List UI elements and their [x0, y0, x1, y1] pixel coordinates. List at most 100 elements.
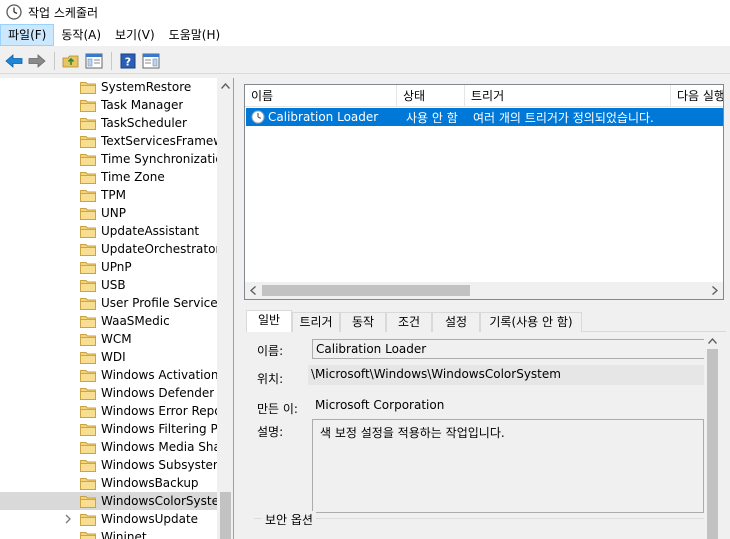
tree-item[interactable]: Time Synchronizatio [0, 150, 217, 168]
tree-scrollbar-thumb[interactable] [220, 492, 231, 539]
clock-icon [6, 4, 22, 20]
folder-icon [80, 261, 96, 274]
column-header-name[interactable]: 이름 [245, 85, 397, 107]
task-list-scrollbar-thumb[interactable] [262, 285, 470, 296]
tab-history[interactable]: 기록(사용 안 함) [480, 312, 582, 332]
detail-scrollbar[interactable] [704, 332, 721, 539]
tree-item[interactable]: USB [0, 276, 217, 294]
task-list-scrollbar[interactable] [245, 282, 723, 299]
tree-item-label: Windows Subsystem [101, 458, 217, 472]
tree-item[interactable]: TPM [0, 186, 217, 204]
task-row[interactable]: Calibration Loader 사용 안 함 여러 개의 트리거가 정의되… [246, 108, 723, 126]
up-level-button[interactable] [60, 50, 82, 72]
task-name: Calibration Loader [268, 110, 379, 124]
tree-item[interactable]: UpdateAssistant [0, 222, 217, 240]
folder-icon [80, 369, 96, 382]
tree-item[interactable]: TaskScheduler [0, 114, 217, 132]
tree-item[interactable]: Windows Activation T [0, 366, 217, 384]
tree-item-label: User Profile Service [101, 296, 217, 310]
scroll-up-arrow-icon[interactable] [708, 338, 717, 344]
name-label: 이름: [257, 344, 284, 358]
tree-item-label: Windows Activation T [101, 368, 217, 382]
tree-item-label: UNP [101, 206, 126, 220]
tree-item[interactable]: Windows Media Shar [0, 438, 217, 456]
back-button[interactable] [3, 50, 25, 72]
tree-item[interactable]: Task Manager [0, 96, 217, 114]
task-list-header: 이름 상태 트리거 다음 실행 [245, 85, 723, 107]
tree-item[interactable]: Windows Subsystem [0, 456, 217, 474]
tab-general[interactable]: 일반 [246, 310, 292, 333]
description-field[interactable]: 색 보정 설정을 적용하는 작업입니다. [312, 419, 704, 513]
tree-item[interactable]: UPnP [0, 258, 217, 276]
show-hide-console-tree-icon [85, 53, 103, 68]
menu-help[interactable]: 도움말(H) [162, 24, 228, 46]
tree-item-label: Windows Error Repor [101, 404, 217, 418]
tree-item[interactable]: UpdateOrchestrator [0, 240, 217, 258]
tree-item[interactable]: WindowsColorSystem [0, 492, 217, 510]
tree-item[interactable]: WCM [0, 330, 217, 348]
menu-view[interactable]: 보기(V) [108, 24, 162, 46]
tree-item[interactable]: WDI [0, 348, 217, 366]
tree-item-label: WindowsColorSystem [101, 494, 217, 508]
location-field[interactable]: \Microsoft\Windows\WindowsColorSystem [308, 365, 704, 385]
column-header-next-run[interactable]: 다음 실행 [671, 85, 723, 107]
tree-item[interactable]: WindowsBackup [0, 474, 217, 492]
help-icon: ? [120, 53, 136, 68]
folder-icon [80, 117, 96, 130]
tree-item[interactable]: Wininet [0, 528, 217, 539]
help-button[interactable]: ? [117, 50, 139, 72]
tree-item[interactable]: UNP [0, 204, 217, 222]
author-field[interactable]: Microsoft Corporation [312, 396, 704, 416]
folder-icon [80, 243, 96, 256]
show-hide-tree-button[interactable] [83, 50, 105, 72]
tab-triggers[interactable]: 트리거 [292, 312, 340, 332]
column-header-status[interactable]: 상태 [397, 85, 465, 107]
tree-item[interactable]: SystemRestore [0, 78, 217, 96]
tree-item-label: Time Synchronizatio [101, 152, 217, 166]
folder-icon [80, 459, 96, 472]
tree-item-label: UpdateOrchestrator [101, 242, 217, 256]
tree-item-label: Wininet [101, 530, 147, 539]
tab-actions[interactable]: 동작 [340, 312, 386, 332]
tree-item-label: Windows Media Shar [101, 440, 217, 454]
scroll-up-arrow-icon[interactable] [221, 83, 230, 89]
tree-item-label: USB [101, 278, 126, 292]
detail-scrollbar-thumb[interactable] [707, 349, 718, 539]
scroll-right-arrow-icon[interactable] [712, 286, 718, 295]
window-title: 작업 스케줄러 [28, 5, 99, 20]
tab-settings[interactable]: 설정 [432, 312, 480, 332]
folder-icon [80, 315, 96, 328]
tree-item[interactable]: WindowsUpdate [0, 510, 217, 528]
menu-action[interactable]: 동작(A) [54, 24, 108, 46]
tree-item[interactable]: TextServicesFramewo [0, 132, 217, 150]
folder-icon [80, 207, 96, 220]
folder-icon [80, 81, 96, 94]
folder-icon [80, 297, 96, 310]
tree-item[interactable]: Windows Defender [0, 384, 217, 402]
tree-item-label: Time Zone [101, 170, 165, 184]
name-field[interactable]: Calibration Loader [312, 339, 704, 359]
expand-chevron-icon[interactable] [63, 513, 73, 525]
folder-icon [80, 387, 96, 400]
tab-conditions[interactable]: 조건 [386, 312, 432, 332]
title-bar: 작업 스케줄러 [0, 0, 730, 24]
tree-item-label: TaskScheduler [101, 116, 187, 130]
folder-icon [80, 495, 96, 508]
tree-item[interactable]: Windows Filtering Pla [0, 420, 217, 438]
menu-file[interactable]: 파일(F) [0, 24, 55, 46]
tree-item[interactable]: Windows Error Repor [0, 402, 217, 420]
column-header-trigger[interactable]: 트리거 [465, 85, 671, 107]
toolbar-separator [111, 51, 112, 70]
tree-item[interactable]: Time Zone [0, 168, 217, 186]
tree-item-label: SystemRestore [101, 80, 192, 94]
tree-item[interactable]: User Profile Service [0, 294, 217, 312]
security-options-group: 보안 옵션 [254, 511, 704, 532]
up-folder-icon [62, 55, 79, 67]
folder-icon [80, 225, 96, 238]
show-hide-action-pane-button[interactable] [140, 50, 162, 72]
tree-item[interactable]: WaaSMedic [0, 312, 217, 330]
scroll-left-arrow-icon[interactable] [250, 286, 256, 295]
forward-button[interactable] [26, 50, 48, 72]
security-options-heading: 보안 옵션 [262, 511, 316, 528]
tree-scrollbar[interactable] [217, 78, 233, 539]
